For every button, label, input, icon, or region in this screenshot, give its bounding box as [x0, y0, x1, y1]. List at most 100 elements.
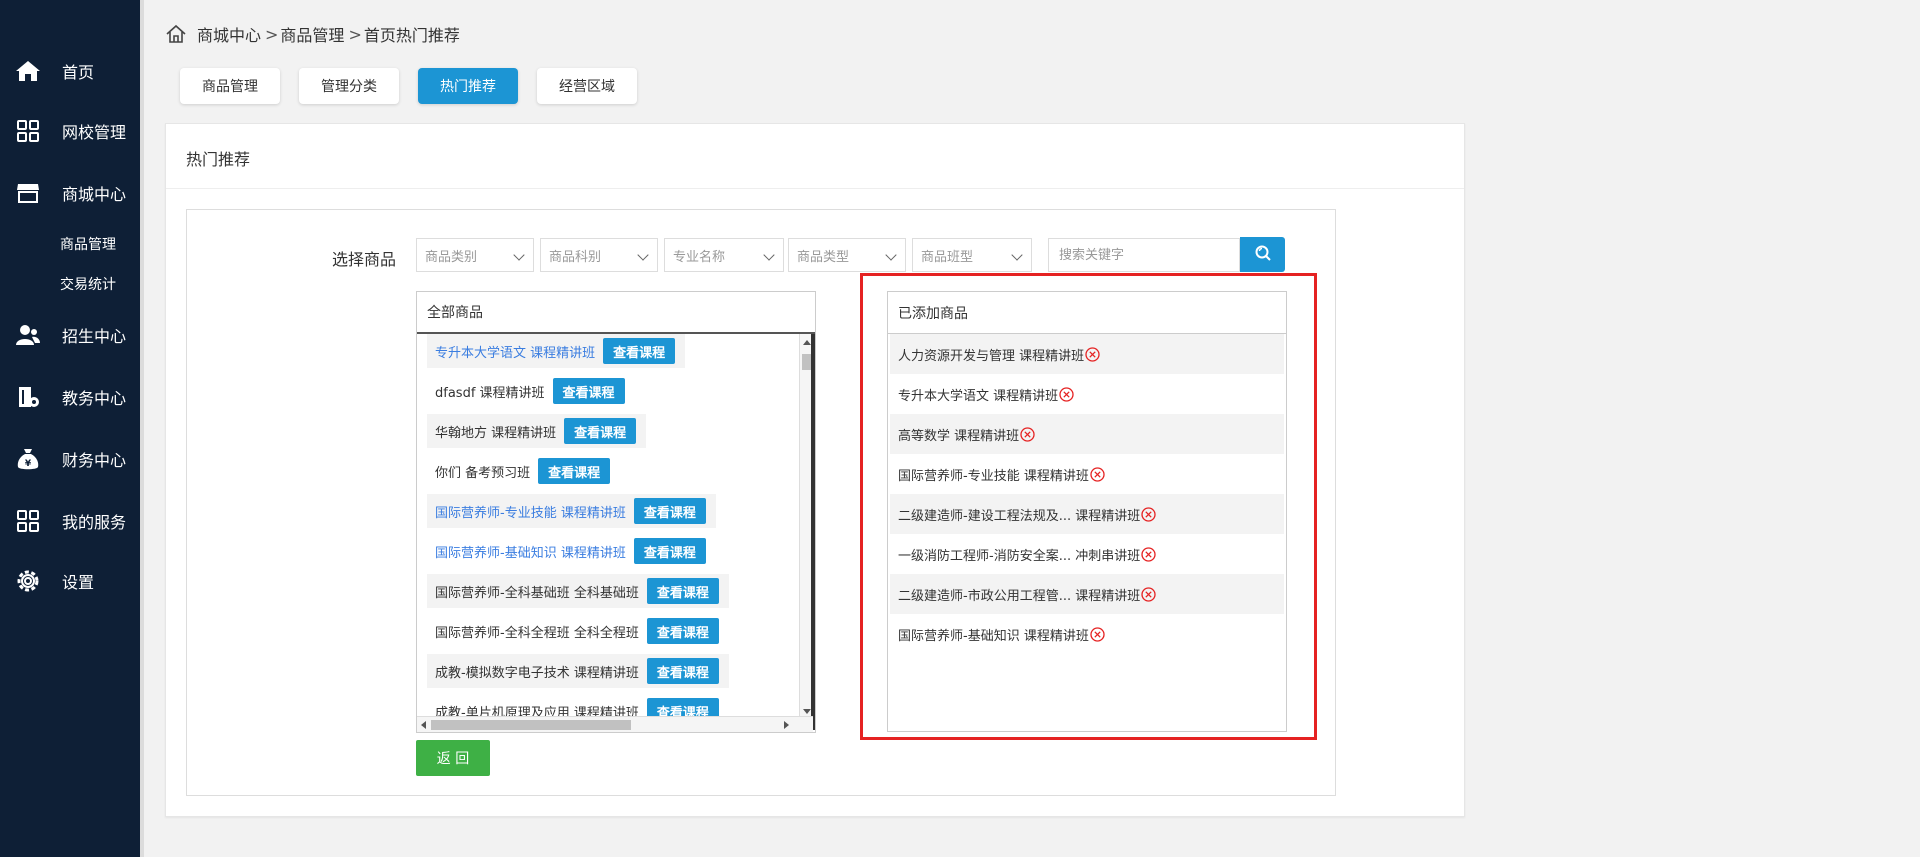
list-item: 二级建造师-建设工程法规及... 课程精讲班 [890, 494, 1284, 534]
tab-business-area[interactable]: 经营区域 [537, 68, 637, 104]
list-item[interactable]: 国际营养师-专业技能 课程精讲班 查看课程 [427, 494, 716, 528]
goods-name: 国际营养师-专业技能 课程精讲班 [898, 468, 1089, 484]
goods-name: 高等数学 课程精讲班 [898, 428, 1020, 444]
remove-circle-icon[interactable] [1141, 546, 1156, 562]
sidebar-divider [140, 0, 144, 857]
search-input[interactable] [1048, 238, 1240, 272]
list-item[interactable]: 国际营养师-全科全程班 全科全程班 查看课程 [427, 614, 729, 648]
sidebar-item-finance[interactable]: ¥ 财务中心 [0, 439, 140, 479]
all-goods-list[interactable]: 专升本大学语文 课程精讲班 查看课程 dfasdf 课程精讲班 查看课程 华翰地方 … [427, 334, 803, 718]
goods-name: 人力资源开发与管理 课程精讲班 [898, 348, 1085, 364]
view-course-button[interactable]: 查看课程 [552, 378, 625, 404]
goods-name[interactable]: 专升本大学语文 课程精讲班 [435, 342, 595, 361]
sidebar-subitem-stats[interactable]: 交易统计 [60, 274, 116, 294]
goods-name: 专升本大学语文 课程精讲班 [898, 388, 1059, 404]
scroll-down-arrow[interactable] [803, 709, 811, 714]
remove-circle-icon[interactable] [1020, 426, 1035, 442]
horizontal-scrollbar[interactable] [417, 716, 813, 732]
goods-name[interactable]: 国际营养师-专业技能 课程精讲班 [435, 502, 626, 521]
list-item: 一级消防工程师-消防安全案... 冲刺串讲班 [890, 534, 1284, 574]
tab-hot-recommend[interactable]: 热门推荐 [418, 68, 518, 104]
breadcrumb-item[interactable]: 商品管理 [280, 22, 344, 46]
sidebar-item-enroll[interactable]: 招生中心 [0, 315, 140, 355]
goods-name[interactable]: 华翰地方 课程精讲班 [435, 422, 556, 441]
select-value: 商品类型 [797, 249, 850, 265]
chevron-down-icon [763, 249, 775, 261]
remove-circle-icon[interactable] [1141, 506, 1156, 522]
sidebar-subitem-goods[interactable]: 商品管理 [60, 234, 116, 254]
list-item[interactable]: 国际营养师-基础知识 课程精讲班 查看课程 [427, 534, 716, 568]
select-value: 商品类别 [425, 249, 478, 265]
sidebar-item-settings[interactable]: 设置 [0, 561, 140, 601]
goods-name[interactable]: 国际营养师-全科全程班 全科全程班 [435, 622, 639, 641]
sidebar-item-label: 设置 [62, 573, 95, 592]
breadcrumb-item[interactable]: 商城中心 [197, 22, 261, 46]
view-course-button[interactable]: 查看课程 [646, 658, 719, 684]
list-item[interactable]: 成教-单片机原理及应用 课程精讲班 查看课程 [427, 694, 729, 718]
panel-divider [166, 188, 1464, 189]
all-goods-title: 全部商品 [417, 292, 815, 334]
sidebar-item-mall[interactable]: 商城中心 [0, 173, 140, 213]
scroll-right-arrow[interactable] [784, 721, 789, 729]
view-course-button[interactable]: 查看课程 [633, 538, 706, 564]
users-icon [14, 321, 42, 349]
goods-name[interactable]: dfasdf 课程精讲班 [435, 382, 545, 401]
list-item: 专升本大学语文 课程精讲班 [890, 374, 1284, 414]
view-course-button[interactable]: 查看课程 [646, 578, 719, 604]
goods-name[interactable]: 国际营养师-全科基础班 全科基础班 [435, 582, 639, 601]
sidebar-item-label: 商城中心 [62, 185, 127, 204]
view-course-button[interactable]: 查看课程 [538, 458, 611, 484]
chevron-down-icon [513, 249, 525, 261]
back-button[interactable]: 返 回 [416, 740, 490, 776]
remove-circle-icon[interactable] [1085, 346, 1100, 362]
type-select[interactable]: 商品类型 [788, 238, 906, 272]
grid-icon [14, 507, 42, 535]
chevron-down-icon [637, 249, 649, 261]
remove-circle-icon[interactable] [1090, 626, 1105, 642]
view-course-button[interactable]: 查看课程 [646, 698, 719, 718]
list-item: 人力资源开发与管理 课程精讲班 [890, 334, 1284, 374]
scroll-left-arrow[interactable] [421, 721, 426, 729]
sidebar-item-services[interactable]: 我的服务 [0, 501, 140, 541]
grid-icon [14, 117, 42, 145]
subject-select[interactable]: 商品科别 [540, 238, 658, 272]
list-item[interactable]: 成教-模拟数字电子技术 课程精讲班 查看课程 [427, 654, 729, 688]
major-select[interactable]: 专业名称 [664, 238, 784, 272]
list-item[interactable]: 国际营养师-全科基础班 全科基础班 查看课程 [427, 574, 729, 608]
tab-goods-management[interactable]: 商品管理 [180, 68, 280, 104]
view-course-button[interactable]: 查看课程 [633, 498, 706, 524]
sidebar-item-academic[interactable]: 教务中心 [0, 377, 140, 417]
goods-name[interactable]: 成教-模拟数字电子技术 课程精讲班 [435, 662, 639, 681]
view-course-button[interactable]: 查看课程 [564, 418, 637, 444]
select-goods-label: 选择商品 [332, 250, 397, 269]
search-button[interactable] [1240, 237, 1285, 272]
goods-name: 一级消防工程师-消防安全案... 冲刺串讲班 [898, 548, 1141, 564]
scroll-up-arrow[interactable] [803, 340, 811, 345]
view-course-button[interactable]: 查看课程 [603, 338, 676, 364]
list-item: 国际营养师-专业技能 课程精讲班 [890, 454, 1284, 494]
list-item[interactable]: 专升本大学语文 课程精讲班 查看课程 [427, 334, 686, 368]
class-select[interactable]: 商品班型 [912, 238, 1032, 272]
goods-name[interactable]: 你们 备考预习班 [435, 462, 530, 481]
tab-category-management[interactable]: 管理分类 [299, 68, 399, 104]
remove-circle-icon[interactable] [1059, 386, 1074, 402]
sidebar-item-label: 我的服务 [62, 513, 127, 532]
scroll-thumb[interactable] [431, 720, 631, 730]
added-goods-title: 已添加商品 [888, 292, 1286, 334]
sidebar-item-label: 财务中心 [62, 451, 127, 470]
store-icon [14, 179, 42, 207]
sidebar-item-home[interactable]: 首页 [0, 51, 140, 91]
panel-title: 热门推荐 [186, 150, 251, 169]
breadcrumb-separator: > [348, 24, 362, 44]
remove-circle-icon[interactable] [1090, 466, 1105, 482]
view-course-button[interactable]: 查看课程 [646, 618, 719, 644]
list-item[interactable]: 你们 备考预习班 查看课程 [427, 454, 620, 488]
list-item[interactable]: dfasdf 课程精讲班 查看课程 [427, 374, 635, 408]
remove-circle-icon[interactable] [1141, 586, 1156, 602]
list-item[interactable]: 华翰地方 课程精讲班 查看课程 [427, 414, 647, 448]
goods-name[interactable]: 国际营养师-基础知识 课程精讲班 [435, 542, 626, 561]
sidebar-item-school[interactable]: 网校管理 [0, 111, 140, 151]
search-icon [1254, 244, 1272, 266]
category-select[interactable]: 商品类别 [416, 238, 534, 272]
home-outline-icon[interactable] [165, 23, 187, 45]
